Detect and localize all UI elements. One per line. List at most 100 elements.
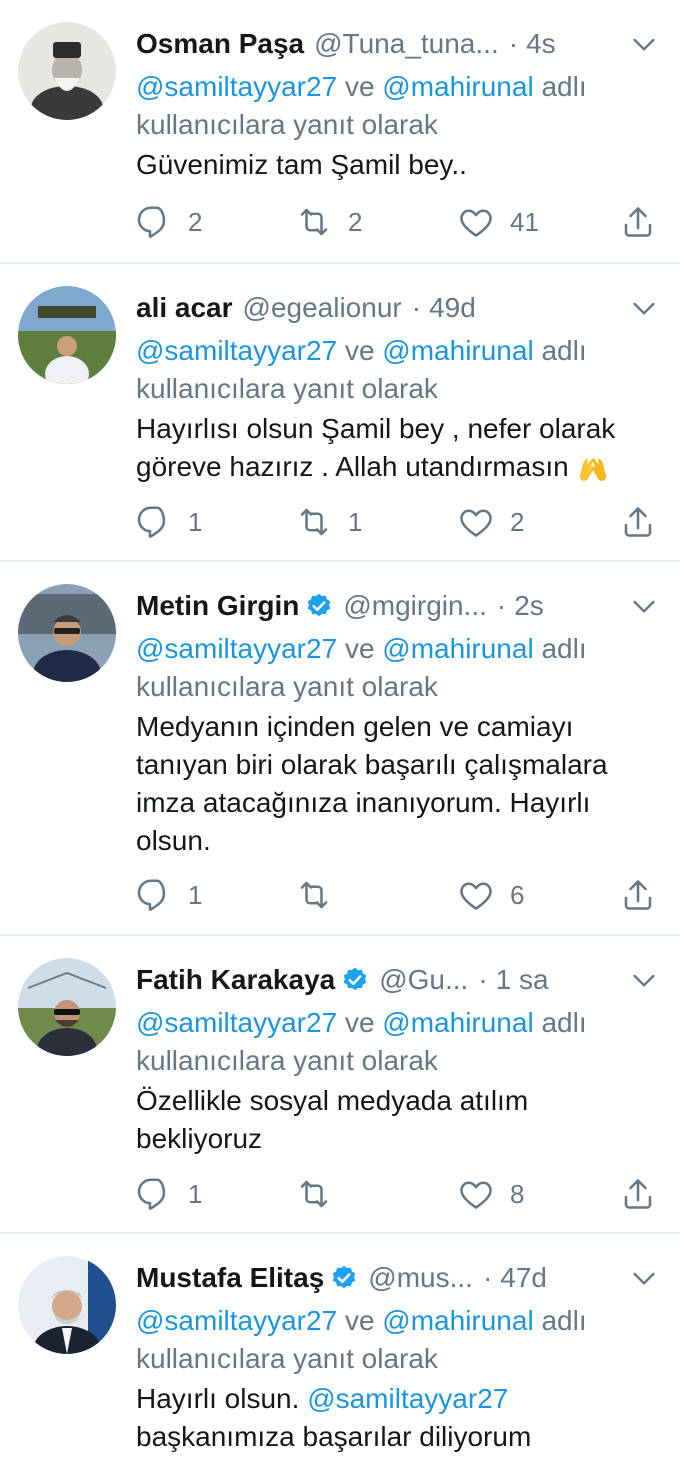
- timestamp[interactable]: 47d: [500, 1262, 547, 1294]
- chevron-down-icon[interactable]: [628, 292, 660, 324]
- share-icon: [620, 504, 656, 540]
- reply-suffix: kullanıcılara yanıt olarak: [136, 373, 438, 404]
- reply-joiner: ve: [344, 633, 375, 664]
- tweet-text-line: imza atacağınıza inanıyorum. Hayırlı: [136, 787, 591, 818]
- tweet-text: Özellikle sosyal medyada atılım bekliyor…: [136, 1082, 660, 1158]
- reply-button[interactable]: 1: [136, 504, 202, 540]
- author-handle[interactable]: @Gu...: [379, 964, 468, 996]
- heart-icon: [458, 877, 494, 913]
- retweet-count: 1: [348, 506, 363, 537]
- like-button[interactable]: 41: [458, 204, 539, 240]
- reply-suffix: adlı: [541, 1007, 587, 1038]
- reply-suffix: adlı: [541, 1305, 587, 1336]
- share-button[interactable]: [620, 1176, 656, 1212]
- reply-button[interactable]: 1: [136, 1176, 202, 1212]
- share-icon: [620, 204, 656, 240]
- reply-joiner: ve: [344, 1007, 375, 1038]
- share-button[interactable]: [620, 204, 656, 240]
- separator-dot: ·: [508, 28, 519, 59]
- reply-joiner: ve: [344, 71, 375, 102]
- tweet-text: Güvenimiz tam Şamil bey..: [136, 149, 467, 180]
- tweet-text-line: olsun.: [136, 825, 211, 856]
- reply-count: 2: [188, 206, 203, 237]
- chevron-down-icon[interactable]: [628, 590, 660, 622]
- separator-dot: ·: [478, 964, 488, 995]
- mention-link[interactable]: @mahirunal: [382, 633, 533, 664]
- tweet-text-line: Özellikle sosyal medyada atılım: [136, 1085, 529, 1116]
- author-name[interactable]: Metin Girgin: [136, 590, 299, 622]
- mention-link[interactable]: @samiltayyar27: [307, 1383, 508, 1414]
- chevron-down-icon[interactable]: [628, 28, 660, 60]
- tweet-item[interactable]: Fatih Karakaya @Gu... · 1 sa @samiltayya…: [0, 936, 680, 1234]
- chevron-down-icon[interactable]: [628, 964, 660, 996]
- tweet-item[interactable]: Mustafa Elitaş @mus... · 47d @samiltayya…: [0, 1234, 680, 1464]
- mention-link[interactable]: @samiltayyar27: [136, 335, 337, 366]
- mention-link[interactable]: @samiltayyar27: [136, 1007, 337, 1038]
- mention-link[interactable]: @samiltayyar27: [136, 1305, 337, 1336]
- like-button[interactable]: 8: [458, 1176, 524, 1212]
- avatar[interactable]: [18, 286, 116, 384]
- retweet-button[interactable]: [296, 1176, 348, 1212]
- mention-link[interactable]: @mahirunal: [382, 71, 533, 102]
- mention-link[interactable]: @samiltayyar27: [136, 71, 337, 102]
- author-name[interactable]: Fatih Karakaya: [136, 964, 335, 996]
- like-count: 2: [510, 506, 525, 537]
- author-handle[interactable]: @mus...: [368, 1262, 473, 1294]
- avatar[interactable]: [18, 22, 116, 120]
- reply-joiner: ve: [344, 1305, 375, 1336]
- retweet-icon: [296, 504, 332, 540]
- timestamp[interactable]: 4s: [526, 28, 556, 60]
- tweet-text-line: bekliyoruz: [136, 1123, 263, 1154]
- retweet-button[interactable]: 1: [296, 504, 362, 540]
- reply-context: @samiltayyar27 ve @mahirunal adlı kullan…: [136, 68, 660, 144]
- heart-icon: [458, 504, 494, 540]
- timestamp[interactable]: 49d: [429, 292, 476, 324]
- reply-count: 1: [188, 1178, 203, 1209]
- separator-dot: ·: [482, 1262, 493, 1293]
- reply-button[interactable]: 1: [136, 877, 202, 913]
- mention-link[interactable]: @samiltayyar27: [136, 633, 337, 664]
- tweet-item[interactable]: Osman Paşa @Tuna_tuna... · 4s @samiltayy…: [0, 0, 680, 264]
- verified-badge-icon: [305, 592, 333, 620]
- tweet-text-line: göreve hazırız . Allah utandırmasın: [136, 451, 569, 482]
- author-handle[interactable]: @Tuna_tuna...: [314, 28, 499, 60]
- reply-count: 1: [188, 879, 203, 910]
- timestamp[interactable]: 2s: [514, 590, 544, 622]
- reply-suffix: kullanıcılara yanıt olarak: [136, 671, 438, 702]
- retweet-button[interactable]: 2: [296, 204, 362, 240]
- mention-link[interactable]: @mahirunal: [382, 335, 533, 366]
- chevron-down-icon[interactable]: [628, 1262, 660, 1294]
- reply-icon: [136, 1176, 172, 1212]
- heart-icon: [458, 204, 494, 240]
- like-button[interactable]: 6: [458, 877, 524, 913]
- share-button[interactable]: [620, 504, 656, 540]
- tweet-item[interactable]: ali acar @egealionur · 49d @samiltayyar2…: [0, 264, 680, 562]
- avatar[interactable]: [18, 1256, 116, 1354]
- reply-suffix: adlı: [541, 633, 587, 664]
- reply-suffix: adlı: [541, 71, 587, 102]
- reply-icon: [136, 504, 172, 540]
- tweet-text-line: başkanımıza başarılar diliyorum: [136, 1421, 532, 1452]
- mention-link[interactable]: @mahirunal: [382, 1305, 533, 1336]
- like-button[interactable]: 2: [458, 504, 524, 540]
- verified-badge-icon: [330, 1264, 358, 1292]
- separator-dot: ·: [496, 590, 507, 621]
- reply-icon: [136, 877, 172, 913]
- author-name[interactable]: Osman Paşa: [136, 28, 304, 60]
- tweet-text-line: Hayırlısı olsun Şamil bey , nefer olarak: [136, 413, 616, 444]
- avatar[interactable]: [18, 584, 116, 682]
- like-count: 8: [510, 1178, 525, 1209]
- reply-button[interactable]: 2: [136, 204, 202, 240]
- tweet-item[interactable]: Metin Girgin @mgirgin... · 2s @samiltayy…: [0, 562, 680, 936]
- author-handle[interactable]: @mgirgin...: [343, 590, 487, 622]
- author-name[interactable]: Mustafa Elitaş: [136, 1262, 324, 1294]
- author-name[interactable]: ali acar: [136, 292, 233, 324]
- timestamp[interactable]: 1 sa: [496, 964, 549, 996]
- avatar[interactable]: [18, 958, 116, 1056]
- share-button[interactable]: [620, 877, 656, 913]
- reply-context: @samiltayyar27 ve @mahirunal adlı kullan…: [136, 1004, 660, 1080]
- author-handle[interactable]: @egealionur: [243, 292, 402, 324]
- mention-link[interactable]: @mahirunal: [382, 1007, 533, 1038]
- verified-badge-icon: [341, 966, 369, 994]
- retweet-button[interactable]: [296, 877, 348, 913]
